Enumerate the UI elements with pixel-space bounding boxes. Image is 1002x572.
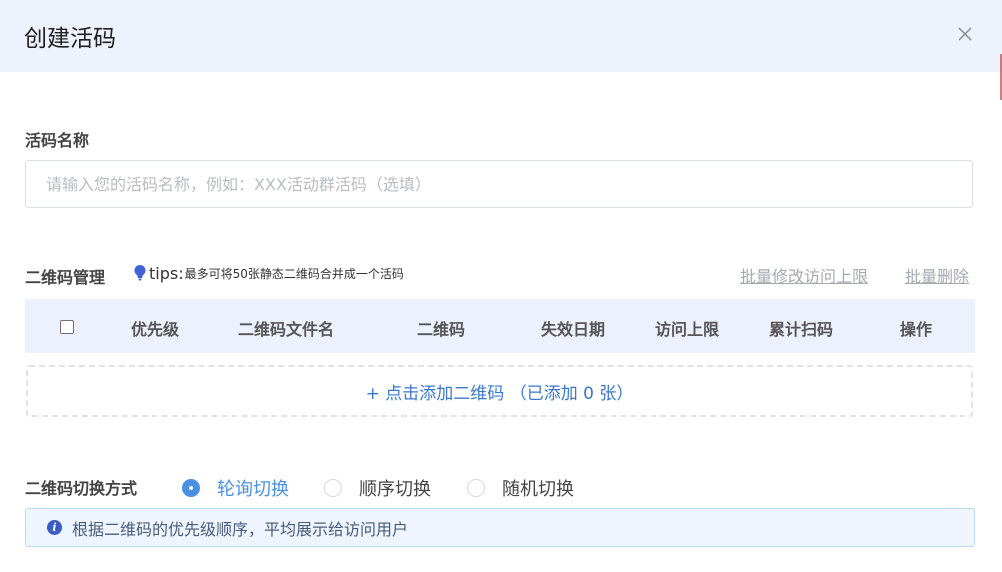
radio-sequential-label: 顺序切换 [359,479,431,500]
lightbulb-icon [134,265,146,281]
select-all-checkbox[interactable] [60,320,74,334]
radio-random-label: 随机切换 [502,479,574,500]
column-header-qrcode: 二维码 [417,320,466,339]
batch-edit-limit-link[interactable]: 批量修改访问上限 [740,263,868,287]
column-header-expiry: 失效日期 [541,320,606,339]
add-qr-button[interactable]: + 点击添加二维码 （已添加 0 张） [26,365,973,417]
column-header-actions: 操作 [900,320,933,339]
radio-round-robin[interactable]: 轮询切换 [182,475,289,501]
dialog-header: 创建活码 [0,0,1002,72]
info-alert: i 根据二维码的优先级顺序，平均展示给访问用户 [25,508,975,547]
qr-table-header: 优先级 二维码文件名 二维码 失效日期 访问上限 累计扫码 操作 [25,299,975,353]
dialog-title: 创建活码 [24,26,116,52]
column-header-filename: 二维码文件名 [238,320,335,339]
tips-label: tips: [149,263,184,283]
qr-manage-label: 二维码管理 [25,268,106,287]
batch-delete-link[interactable]: 批量删除 [905,263,969,287]
radio-unchecked-icon [324,479,342,497]
qr-name-input[interactable] [25,160,973,208]
radio-random[interactable]: 随机切换 [467,475,574,501]
add-qr-label: + 点击添加二维码 （已添加 0 张） [365,383,634,404]
tips-text: 最多可将50张静态二维码合并成一个活码 [184,266,404,281]
column-header-access-limit: 访问上限 [655,320,720,339]
close-button[interactable] [955,24,975,44]
radio-round-robin-label: 轮询切换 [217,479,289,500]
column-header-priority: 优先级 [131,320,180,339]
radio-checked-icon [182,479,200,497]
name-field-label: 活码名称 [25,131,90,150]
tips: tips: 最多可将50张静态二维码合并成一个活码 [133,263,404,283]
radio-unchecked-icon [467,479,485,497]
close-icon [958,27,972,41]
info-icon: i [47,520,62,535]
radio-sequential[interactable]: 顺序切换 [324,475,431,501]
column-header-total-scans: 累计扫码 [769,320,834,339]
switch-mode-label: 二维码切换方式 [25,479,138,498]
info-text: 根据二维码的优先级顺序，平均展示给访问用户 [72,519,409,539]
